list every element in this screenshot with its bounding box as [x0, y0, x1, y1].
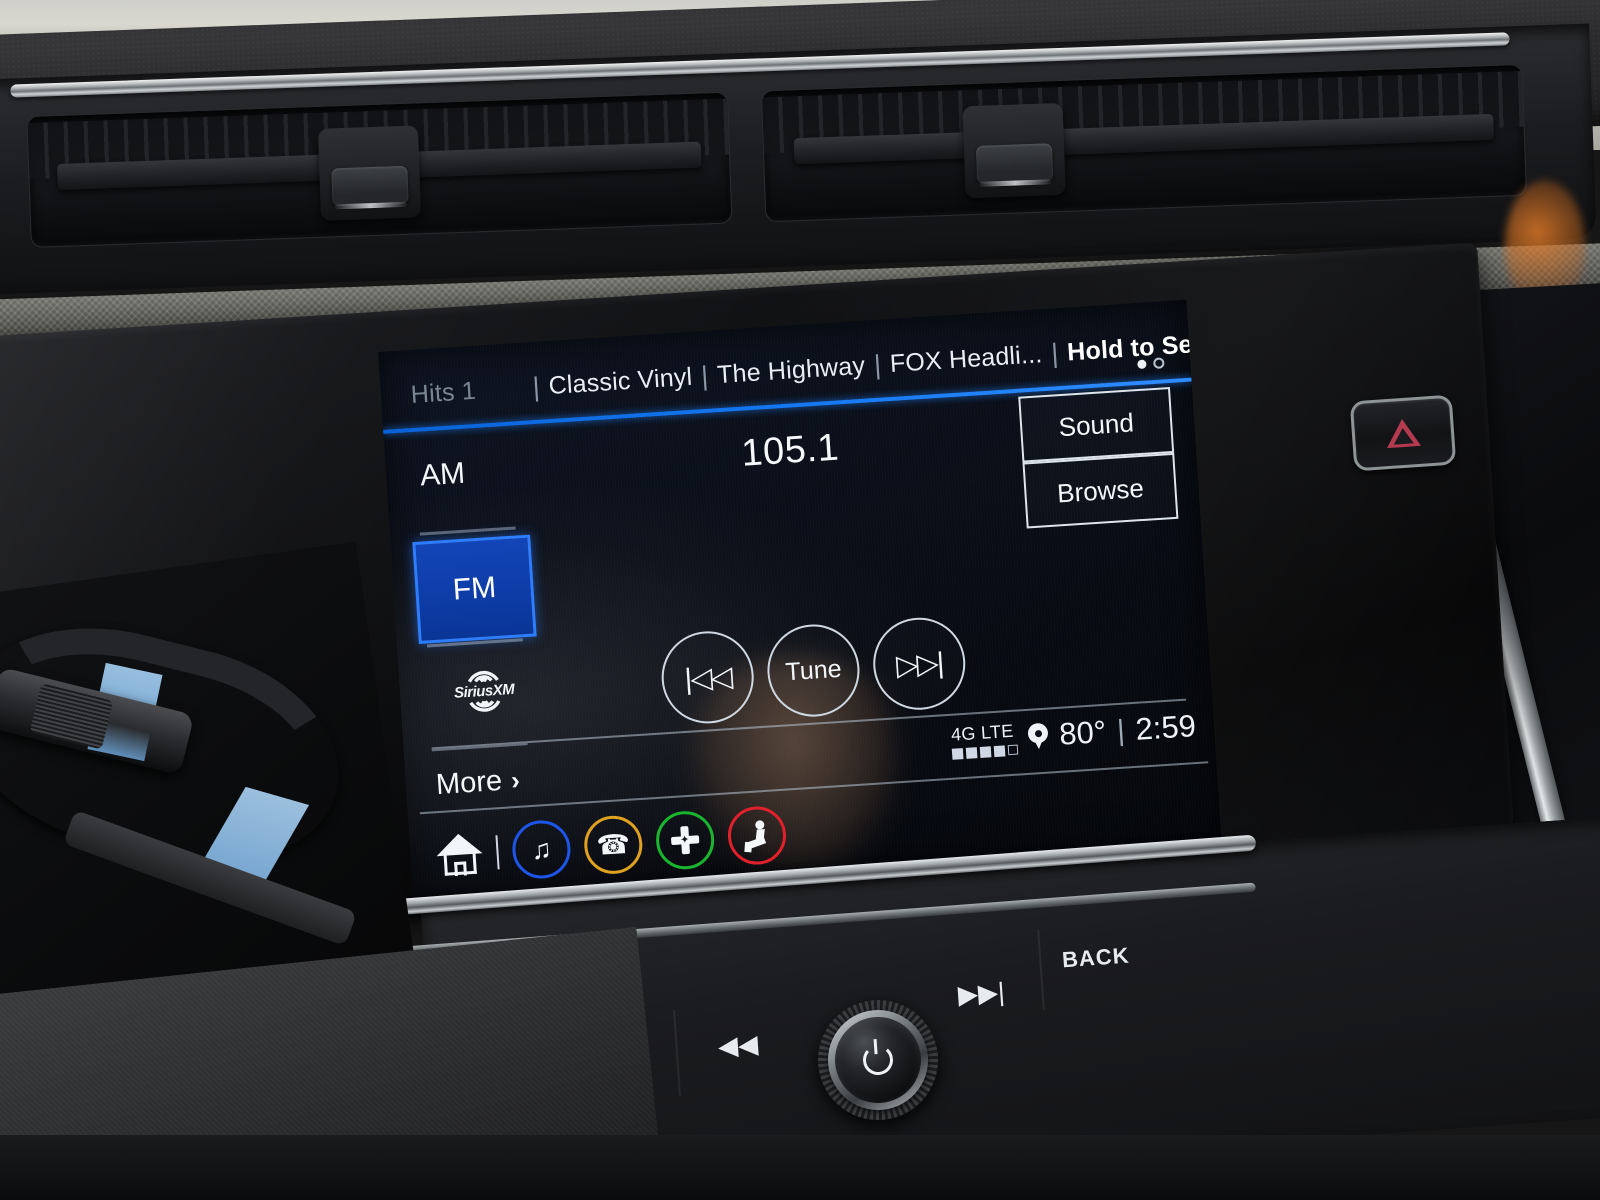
- nav-star: ✦: [679, 833, 690, 847]
- transport-controls[interactable]: |◁◁ Tune ▷▷|: [658, 614, 969, 727]
- more-button[interactable]: More ›: [435, 764, 521, 802]
- vent-adjuster-gleam-right: [979, 179, 1052, 187]
- vent-adjuster-right[interactable]: [962, 102, 1066, 199]
- temperature-readout: 80°: [1058, 713, 1108, 752]
- band-button-fm[interactable]: FM: [412, 534, 537, 644]
- network-status: 4G LTE: [950, 720, 1019, 760]
- band-button-siriusxm[interactable]: SiriusXM: [434, 651, 535, 731]
- preset-tab-hold-to-set[interactable]: Hold to Set: [1066, 329, 1202, 367]
- hazard-triangle-icon: [1385, 418, 1421, 448]
- seat-leg: [744, 841, 753, 853]
- navigation-compass-icon[interactable]: ✦: [654, 809, 716, 872]
- more-chevron-icon: ›: [510, 764, 521, 796]
- physical-back-button[interactable]: BACK: [1061, 943, 1130, 974]
- music-note-icon[interactable]: ♫: [510, 818, 573, 881]
- browse-button[interactable]: Browse: [1022, 452, 1179, 529]
- home-door: [454, 861, 467, 877]
- tune-button[interactable]: Tune: [764, 621, 863, 720]
- preset-tab-fox-headlines[interactable]: FOX Headli...: [889, 340, 1043, 379]
- signal-bar: [951, 747, 964, 760]
- tab-separator: |: [700, 360, 710, 391]
- fm-tick-top: [419, 526, 516, 536]
- air-vent-right[interactable]: [760, 63, 1527, 223]
- tab-separator: |: [531, 371, 541, 402]
- launcher-separator: [419, 761, 1209, 815]
- sound-button[interactable]: Sound: [1018, 386, 1175, 463]
- vent-adjuster-gleam: [334, 201, 407, 210]
- map-pin-icon: [1027, 722, 1050, 750]
- page-dot-active: [1137, 359, 1147, 370]
- page-dot-inactive: [1153, 357, 1165, 369]
- physical-previous-button[interactable]: ◀◀: [717, 1029, 759, 1063]
- more-label: More: [435, 764, 504, 802]
- tab-separator: |: [1050, 337, 1060, 369]
- previous-station-button[interactable]: |◁◁: [658, 628, 757, 727]
- next-icon: ▷▷|: [895, 646, 944, 682]
- vehicle-dashboard-scene: Hits 1 | Classic Vinyl | The Highway | F…: [0, 0, 1600, 1200]
- phone-icon[interactable]: ☎: [582, 814, 645, 876]
- siriusxm-waves-bottom-icon: [469, 699, 501, 712]
- preset-tab-hits1[interactable]: Hits 1: [410, 376, 477, 409]
- air-vent-left[interactable]: [26, 91, 733, 248]
- signal-strength-bars: [951, 744, 1019, 760]
- pin-tip: [1032, 735, 1046, 750]
- seated-person-icon[interactable]: [726, 804, 788, 867]
- page-indicator-dots: [1137, 357, 1165, 370]
- signal-bar: [965, 746, 978, 759]
- nav-cross: ✦: [670, 825, 700, 855]
- launcher-divider: [495, 835, 500, 870]
- power-icon: [861, 1043, 895, 1077]
- vent-adjuster-cap-right: [975, 143, 1054, 184]
- physical-next-button[interactable]: ▶▶|: [957, 976, 1006, 1010]
- stalk-ribs: [29, 683, 114, 750]
- infotainment-screen[interactable]: Hits 1 | Classic Vinyl | The Highway | F…: [378, 299, 1222, 896]
- vent-adjuster-left[interactable]: [317, 125, 422, 221]
- network-label: 4G LTE: [950, 720, 1015, 745]
- signal-bar: [993, 744, 1006, 757]
- scene-bottom-shadow: [0, 1135, 1600, 1200]
- previous-icon: |◁◁: [683, 660, 732, 696]
- pin-hole: [1034, 729, 1042, 737]
- preset-tab-the-highway[interactable]: The Highway: [716, 351, 866, 389]
- signal-bar: [979, 745, 992, 758]
- status-separator: |: [1116, 714, 1126, 747]
- home-icon[interactable]: [435, 832, 484, 877]
- tab-separator: |: [872, 349, 882, 380]
- status-bar: 4G LTE 80° | 2:59: [950, 708, 1197, 760]
- seat-figure: [743, 820, 771, 853]
- next-station-button[interactable]: ▷▷|: [870, 614, 969, 713]
- vent-adjuster-cap: [331, 165, 409, 207]
- clock-readout: 2:59: [1134, 708, 1197, 747]
- screen-surface: Hits 1 | Classic Vinyl | The Highway | F…: [378, 299, 1222, 896]
- tune-label: Tune: [784, 654, 843, 686]
- preset-tab-classic-vinyl[interactable]: Classic Vinyl: [548, 362, 693, 400]
- band-label-fm: FM: [451, 570, 498, 607]
- hazard-light-button[interactable]: [1349, 394, 1457, 472]
- signal-bar-empty: [1007, 744, 1019, 755]
